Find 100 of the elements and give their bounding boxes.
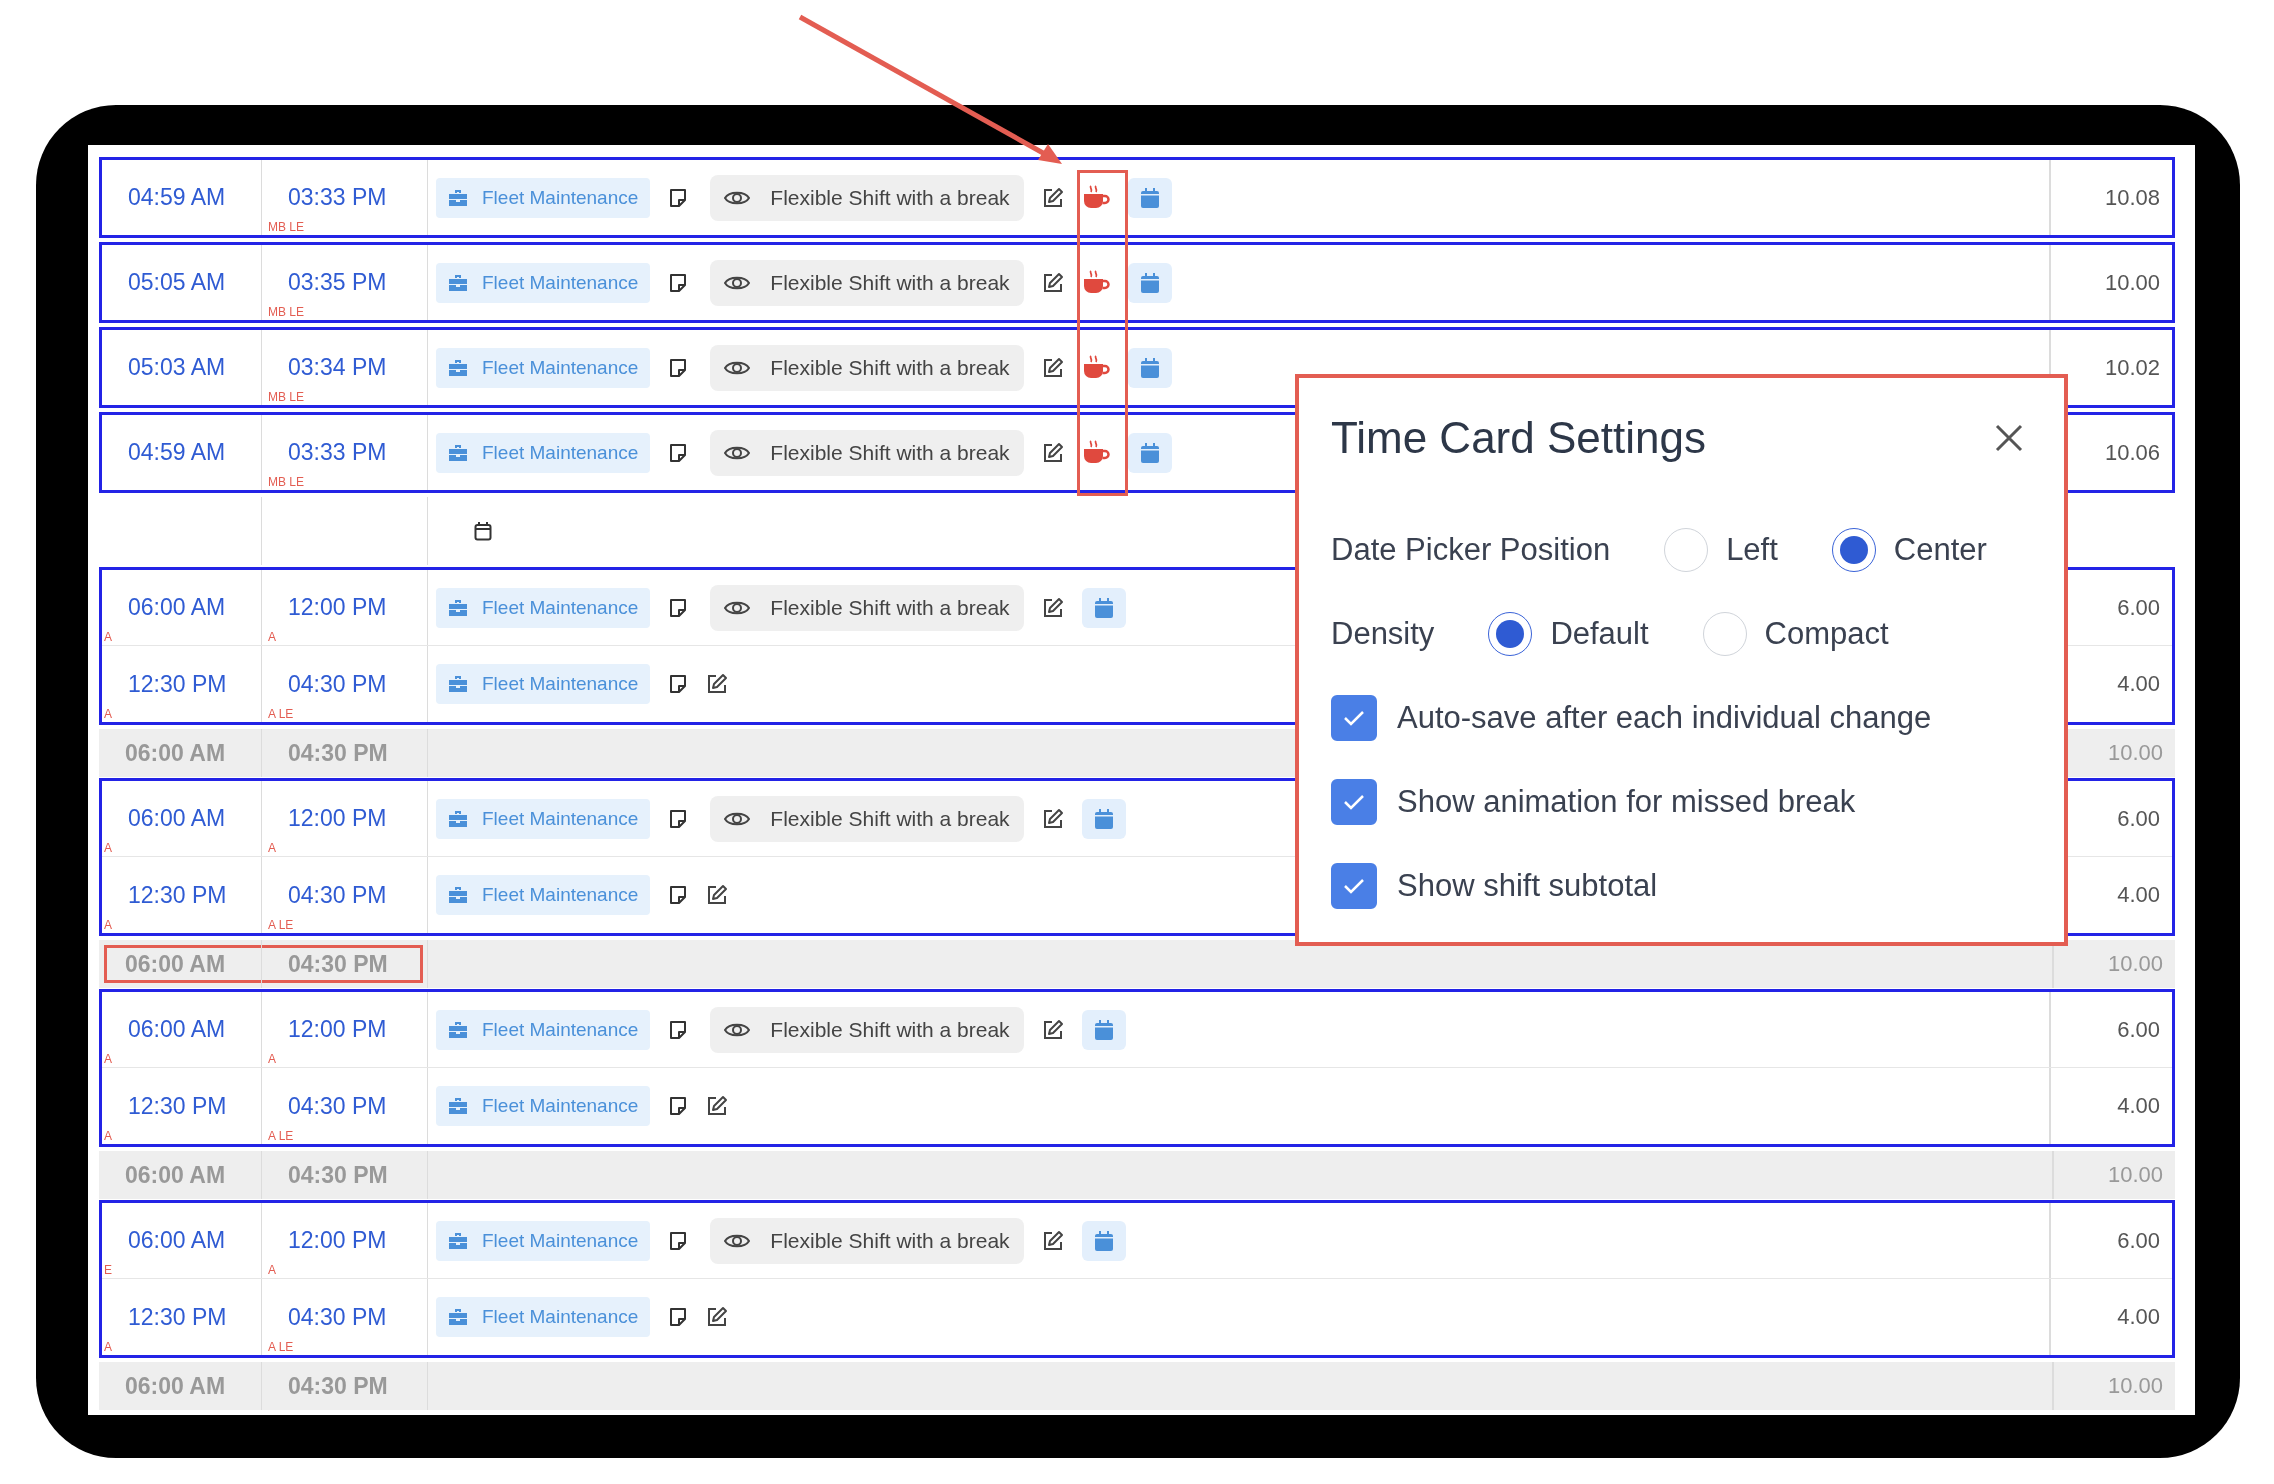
start-time: 04:59 AM [128,439,226,466]
shift-tag[interactable]: Flexible Shift with a break [710,259,1024,306]
calendar-button[interactable] [1127,177,1172,218]
end-time: 04:30 PM [288,1303,387,1331]
calendar-icon[interactable] [474,521,492,541]
subtotal-end: 04:30 PM [288,950,388,978]
calendar-button[interactable] [1127,262,1172,303]
note-icon[interactable] [668,1230,689,1251]
start-time: 04:59 AM [128,184,226,211]
checkbox-label: Show animation for missed break [1397,784,1856,820]
edit-icon[interactable] [1041,807,1064,830]
edit-icon[interactable] [1041,1018,1064,1041]
calendar-button[interactable] [1127,432,1172,473]
subtotal-hours: 10.00 [2053,1151,2175,1199]
note-icon[interactable] [668,674,689,694]
status-label: A [104,841,112,855]
status-label: A LE [268,1129,294,1143]
status-label: A [268,1052,276,1066]
dialog-title: Time Card Settings [1331,413,1706,463]
briefcase-icon [448,886,468,904]
coffee-cup-icon[interactable] [1081,354,1110,381]
status-label: E [104,1263,112,1277]
calendar-icon [1094,1230,1113,1251]
note-icon[interactable] [668,1019,689,1040]
calendar-icon [1094,1019,1113,1040]
note-icon[interactable] [668,1307,689,1327]
status-label: MB LE [268,475,304,489]
edit-icon[interactable] [1041,441,1064,464]
hours-cell: 10.08 [2050,160,2172,235]
radio-option[interactable]: Compact [1702,612,1889,656]
note-icon[interactable] [668,357,689,378]
edit-icon[interactable] [706,1095,729,1117]
checkbox[interactable] [1331,863,1377,909]
hours-cell: 4.00 [2050,1068,2172,1144]
coffee-cup-icon[interactable] [1081,439,1110,466]
edit-icon[interactable] [1041,1229,1064,1252]
close-icon[interactable] [1994,423,2024,453]
end-time: 03:33 PM [288,184,387,211]
checkbox[interactable] [1331,779,1377,825]
checkbox-label: Show shift subtotal [1397,868,1658,904]
status-label: MB LE [268,305,304,319]
calendar-icon [1094,597,1113,618]
status-label: MB LE [268,220,304,234]
status-label: A [104,918,112,932]
setting-label: Date Picker Position [1331,532,1611,568]
status-label: A [104,1052,112,1066]
briefcase-icon [448,1308,468,1326]
status-label: A [104,1129,112,1143]
subtotal-end: 04:30 PM [288,1372,388,1400]
note-icon[interactable] [668,272,689,293]
edit-icon[interactable] [706,1306,729,1328]
start-time: 12:30 PM [128,1303,227,1331]
shift-tag[interactable]: Flexible Shift with a break [710,1217,1024,1264]
calendar-button[interactable] [1081,587,1126,628]
shift-tag[interactable]: Flexible Shift with a break [710,429,1024,476]
status-label: A [104,1340,112,1354]
end-time: 12:00 PM [288,594,387,621]
briefcase-icon [448,675,468,693]
subtotal-start: 06:00 AM [125,1372,226,1400]
calendar-button[interactable] [1127,347,1172,388]
edit-icon[interactable] [706,884,729,906]
start-time: 12:30 PM [128,1092,227,1120]
calendar-button[interactable] [1081,1009,1126,1050]
status-label: A LE [268,918,294,932]
note-icon[interactable] [668,808,689,829]
radio-option[interactable]: Center [1831,528,1987,572]
edit-icon[interactable] [1041,271,1064,294]
status-label: A [268,1263,276,1277]
shift-tag[interactable]: Flexible Shift with a break [710,174,1024,221]
status-label: A [268,841,276,855]
calendar-button[interactable] [1081,798,1126,839]
end-time: 04:30 PM [288,881,387,909]
radio-option[interactable]: Left [1664,528,1778,572]
edit-icon[interactable] [1041,356,1064,379]
end-time: 03:33 PM [288,439,387,466]
shift-tag[interactable]: Flexible Shift with a break [710,584,1024,631]
shift-tag[interactable]: Flexible Shift with a break [710,795,1024,842]
note-icon[interactable] [668,1096,689,1116]
edit-icon[interactable] [1041,596,1064,619]
hours-cell: 10.00 [2050,245,2172,320]
checkbox[interactable] [1331,695,1377,741]
coffee-cup-icon[interactable] [1081,184,1110,211]
briefcase-icon [448,273,468,292]
briefcase-icon [448,443,468,462]
note-icon[interactable] [668,597,689,618]
radio-option[interactable]: Default [1488,612,1649,656]
start-time: 05:05 AM [128,269,226,296]
subtotal-end: 04:30 PM [288,1161,388,1189]
note-icon[interactable] [668,187,689,208]
edit-icon[interactable] [706,673,729,695]
calendar-button[interactable] [1081,1220,1126,1261]
setting-label: Density [1331,616,1435,652]
hours-cell: 6.00 [2050,1203,2172,1278]
shift-tag[interactable]: Flexible Shift with a break [710,344,1024,391]
shift-tag[interactable]: Flexible Shift with a break [710,1006,1024,1053]
edit-icon[interactable] [1041,186,1064,209]
note-icon[interactable] [668,442,689,463]
end-time: 12:00 PM [288,1227,387,1254]
coffee-cup-icon[interactable] [1081,269,1110,296]
note-icon[interactable] [668,885,689,905]
